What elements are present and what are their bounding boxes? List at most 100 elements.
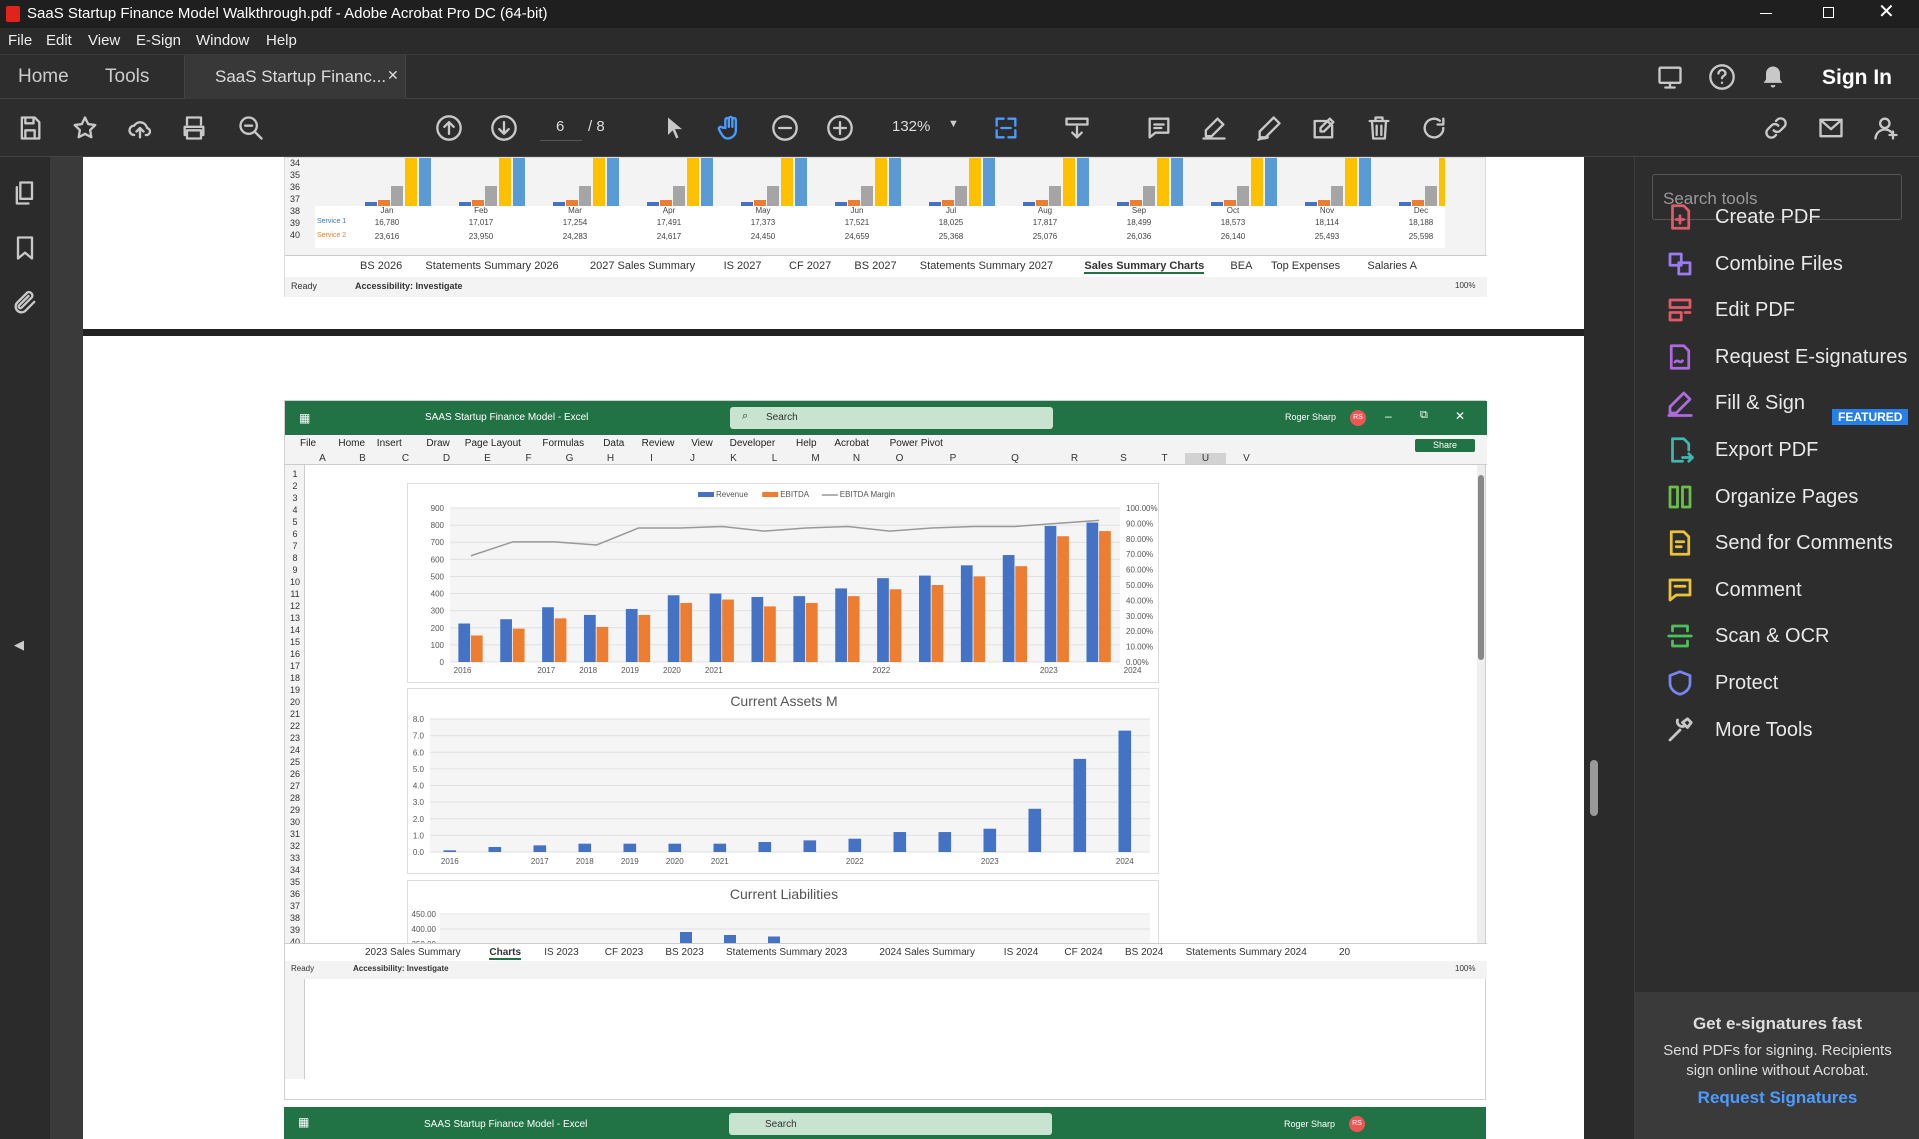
tab-document[interactable]: SaaS Startup Financ... ✕ <box>184 55 406 100</box>
close-tab-icon[interactable]: ✕ <box>387 67 399 84</box>
excel-vertical-scrollbar[interactable] <box>1477 465 1485 943</box>
upload-cloud-icon[interactable] <box>124 112 156 144</box>
tool-item[interactable]: Comment <box>1665 570 1915 610</box>
sheet-tab[interactable]: BS 2023 <box>665 947 703 958</box>
page-down-icon[interactable] <box>488 112 520 144</box>
bookmark-star-icon[interactable] <box>69 112 101 144</box>
share-screen-icon[interactable] <box>1654 61 1686 93</box>
sheet-tab[interactable]: CF 2024 <box>1064 947 1102 958</box>
menu-esign[interactable]: E-Sign <box>136 32 181 49</box>
sheet-tab[interactable]: Statements Summary 2024 <box>1186 947 1307 958</box>
trash-icon[interactable] <box>1363 112 1395 144</box>
zoom-dropdown[interactable]: 132% ▼ <box>880 113 968 141</box>
tool-item[interactable]: Request E-signatures <box>1665 337 1915 377</box>
tool-item[interactable]: Scan & OCR <box>1665 616 1915 656</box>
ribbon-tab[interactable]: Power Pivot <box>890 438 943 449</box>
sheet-tab[interactable]: BS 2026 <box>360 260 402 272</box>
tool-item[interactable]: Protect <box>1665 663 1915 703</box>
ribbon-tab[interactable]: Page Layout <box>465 438 521 449</box>
ribbon-tab[interactable]: Draw <box>426 438 449 449</box>
ribbon-tab[interactable]: File <box>300 438 316 449</box>
bar-revenue <box>1002 555 1015 662</box>
menu-help[interactable]: Help <box>266 32 297 49</box>
request-signatures-link[interactable]: Request Signatures <box>1635 1088 1919 1108</box>
ribbon-tab[interactable]: Home <box>338 438 365 449</box>
sheet-tab[interactable]: Charts <box>489 947 522 960</box>
page-thumbnails-icon[interactable] <box>9 177 41 209</box>
highlight-icon[interactable] <box>1198 112 1230 144</box>
tool-item[interactable]: More Tools <box>1665 710 1915 750</box>
page-up-icon[interactable] <box>433 112 465 144</box>
comment-tool-icon[interactable] <box>1143 112 1175 144</box>
ribbon-tab[interactable]: Insert <box>377 438 402 449</box>
bookmarks-icon[interactable] <box>9 232 41 264</box>
ribbon-tab[interactable]: Acrobat <box>834 438 868 449</box>
sheet-tab[interactable]: Sales Summary Charts <box>1084 260 1205 274</box>
sheet-tab[interactable]: Salaries A <box>1367 260 1417 272</box>
rotate-icon[interactable] <box>1418 112 1450 144</box>
email-icon[interactable] <box>1815 112 1847 144</box>
sheet-tab[interactable]: Statements Summary 2026 <box>425 260 558 272</box>
restore-button[interactable] <box>1823 7 1834 18</box>
stamp-edit-icon[interactable] <box>1308 112 1340 144</box>
excel-scroll-thumb[interactable] <box>1478 475 1484 660</box>
tool-item[interactable]: Export PDF <box>1665 430 1915 470</box>
sheet-tab[interactable]: BS 2027 <box>854 260 896 272</box>
tool-item[interactable]: Edit PDF <box>1665 290 1915 330</box>
tool-item[interactable]: Combine Files <box>1665 244 1915 284</box>
sheet-tab[interactable]: Statements Summary 2027 <box>920 260 1053 272</box>
ribbon-tab[interactable]: Review <box>642 438 675 449</box>
sheet-tab[interactable]: CF 2023 <box>605 947 643 958</box>
select-cursor-icon[interactable] <box>659 112 691 144</box>
sheet-tab[interactable]: 2027 Sales Summary <box>590 260 695 272</box>
scroll-mode-icon[interactable] <box>1061 112 1093 144</box>
zoom-search-icon[interactable] <box>235 112 267 144</box>
excel-search-box[interactable]: ⌕ Search <box>730 407 1053 429</box>
share-link-icon[interactable] <box>1760 112 1792 144</box>
fit-page-icon[interactable] <box>990 112 1022 144</box>
menu-window[interactable]: Window <box>196 32 249 49</box>
sheet-tab[interactable]: 2023 Sales Summary <box>365 947 461 958</box>
bar-ebitda <box>889 589 902 662</box>
sheet-tab[interactable]: BS 2024 <box>1125 947 1163 958</box>
sheet-tab[interactable]: Statements Summary 2023 <box>726 947 847 958</box>
menu-file[interactable]: File <box>8 32 32 49</box>
sheet-tab[interactable]: IS 2027 <box>724 260 762 272</box>
sign-in-button[interactable]: Sign In <box>1822 66 1892 90</box>
tool-item[interactable]: Organize Pages <box>1665 477 1915 517</box>
close-window-button[interactable]: ✕ <box>1878 2 1898 22</box>
draw-sign-icon[interactable] <box>1253 112 1285 144</box>
zoom-in-icon[interactable] <box>824 112 856 144</box>
sheet-tab[interactable]: CF 2027 <box>789 260 831 272</box>
help-icon[interactable] <box>1706 61 1738 93</box>
document-scrollbar[interactable] <box>1586 157 1602 1139</box>
menu-edit[interactable]: Edit <box>46 32 72 49</box>
zoom-out-icon[interactable] <box>769 112 801 144</box>
sheet-tab[interactable]: Top Expenses <box>1271 260 1340 272</box>
hand-tool-icon[interactable] <box>714 112 746 144</box>
ribbon-tab[interactable]: Data <box>603 438 624 449</box>
sheet-tab[interactable]: 20 <box>1339 947 1350 958</box>
sheet-tab[interactable]: IS 2024 <box>1004 947 1038 958</box>
tab-home[interactable]: Home <box>18 66 69 88</box>
ribbon-tab[interactable]: Help <box>796 438 817 449</box>
sheet-tab[interactable]: IS 2023 <box>544 947 578 958</box>
tool-item[interactable]: Create PDF <box>1665 197 1915 237</box>
sheet-tab[interactable]: BEA <box>1230 260 1252 272</box>
attachments-icon[interactable] <box>9 287 41 319</box>
collapse-left-panel-icon[interactable]: ◀ <box>14 637 24 653</box>
print-icon[interactable] <box>178 112 210 144</box>
page-number-field[interactable]: 6 <box>540 113 582 141</box>
tool-item[interactable]: Send for Comments <box>1665 523 1915 563</box>
ribbon-tab[interactable]: View <box>691 438 713 449</box>
ribbon-tab[interactable]: Developer <box>730 438 776 449</box>
notification-bell-icon[interactable] <box>1757 61 1789 93</box>
ribbon-tab[interactable]: Formulas <box>542 438 584 449</box>
minimize-button[interactable] <box>1760 13 1772 14</box>
tab-tools[interactable]: Tools <box>105 66 149 88</box>
sheet-tab[interactable]: 2024 Sales Summary <box>879 947 975 958</box>
document-scroll-thumb[interactable] <box>1590 760 1598 816</box>
add-user-icon[interactable] <box>1870 112 1902 144</box>
menu-view[interactable]: View <box>88 32 120 49</box>
save-icon[interactable] <box>14 112 46 144</box>
